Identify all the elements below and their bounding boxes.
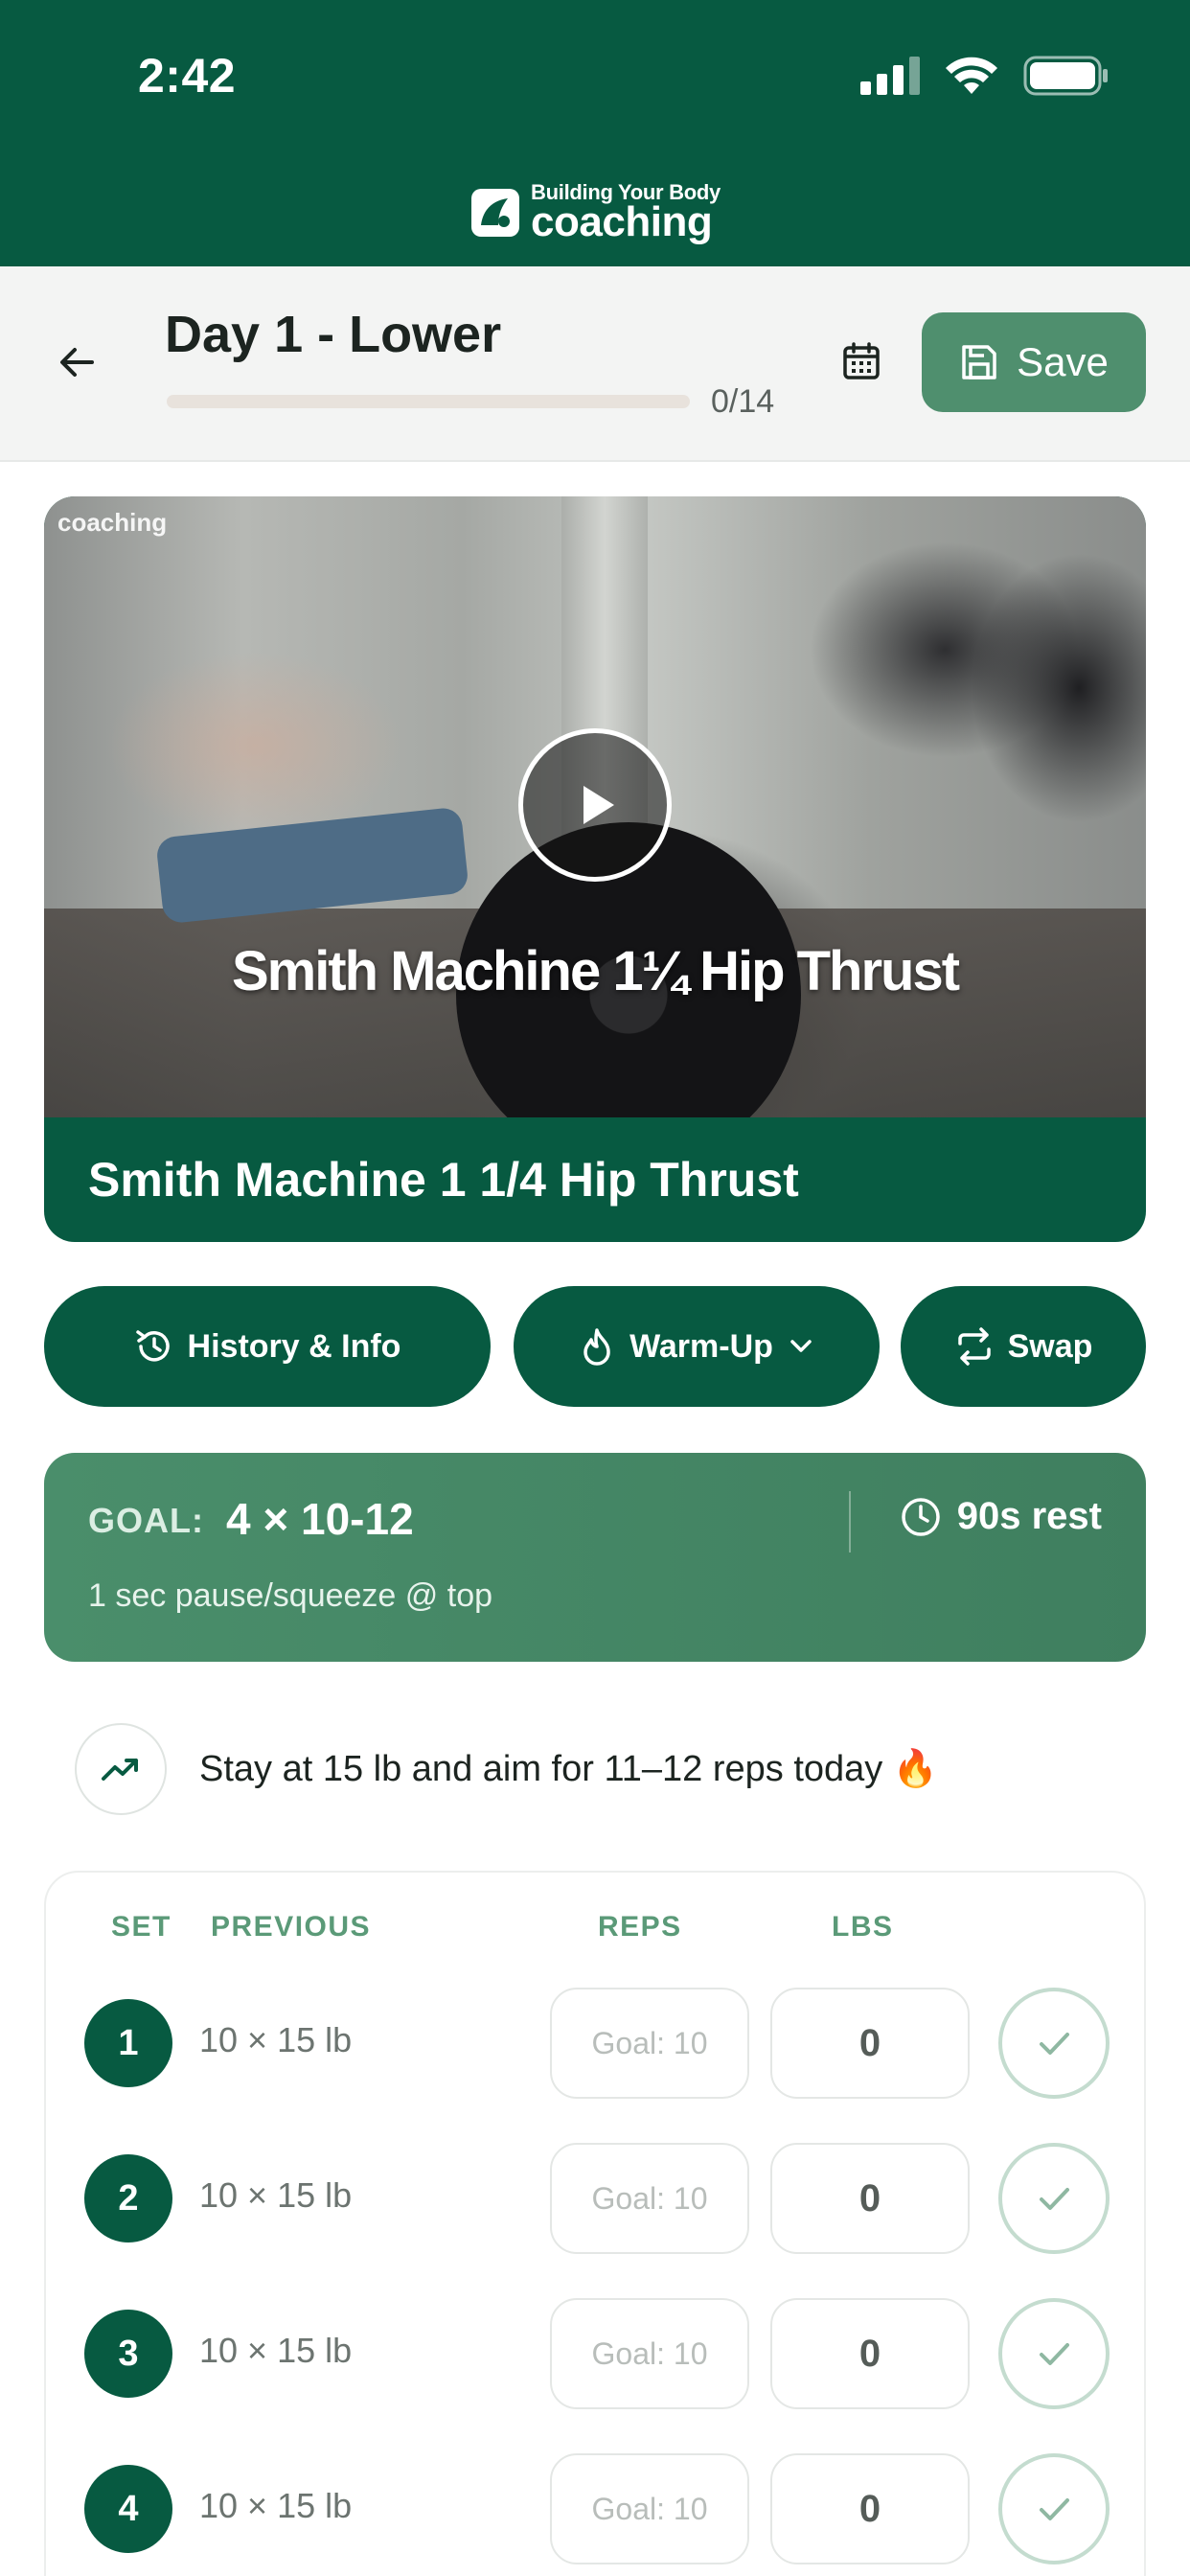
- set-row: 3 10 × 15 lb Goal: 10 0: [46, 2298, 1148, 2409]
- header-previous: PREVIOUS: [211, 1911, 372, 1943]
- brand-name: coaching: [531, 198, 713, 245]
- exercise-actions: History & Info Warm-Up Swap: [44, 1286, 1146, 1407]
- sets-table: SET PREVIOUS REPS LBS 1 10 × 15 lb Goal:…: [44, 1871, 1146, 2576]
- warmup-label: Warm-Up: [629, 1327, 773, 1365]
- wifi-icon: [946, 57, 997, 94]
- goal-value: 4 × 10-12: [226, 1494, 414, 1544]
- complete-set-button[interactable]: [998, 2298, 1110, 2409]
- video-caption: Smith Machine 1¼ Hip Thrust: [231, 940, 960, 1002]
- arrow-left-icon: [60, 348, 94, 377]
- lbs-input[interactable]: 0: [770, 2453, 970, 2564]
- workout-progress-text: 0/14: [711, 383, 775, 420]
- lbs-input[interactable]: 0: [770, 2298, 970, 2409]
- flame-icon: [584, 1328, 610, 1366]
- previous-value: 10 × 15 lb: [199, 2486, 353, 2525]
- goal-card: GOAL: 4 × 10-12 90s rest 1 sec pause/squ…: [44, 1453, 1146, 1662]
- previous-value: 10 × 15 lb: [199, 2020, 353, 2059]
- header-lbs: LBS: [832, 1911, 894, 1943]
- tip-text: Stay at 15 lb and aim for 11–12 reps tod…: [199, 1749, 939, 1789]
- reps-input[interactable]: Goal: 10: [550, 2298, 749, 2409]
- reps-input[interactable]: Goal: 10: [550, 1988, 749, 2099]
- lbs-input[interactable]: 0: [770, 2143, 970, 2254]
- check-icon: [1040, 2188, 1069, 2210]
- swap-icon: [957, 1327, 991, 1366]
- workout-progress-bar: [167, 395, 690, 408]
- set-number: 2: [84, 2154, 172, 2242]
- goal-note: 1 sec pause/squeeze @ top: [88, 1577, 493, 1614]
- exercise-video[interactable]: coaching Smith Machine 1¼ Hip Thrust: [44, 496, 1146, 1117]
- app-header: 2:42 Building Your Body coaching: [0, 0, 1190, 266]
- complete-set-button[interactable]: [998, 2143, 1110, 2254]
- save-button[interactable]: Save: [922, 312, 1146, 412]
- status-time: 2:42: [138, 49, 237, 103]
- video-watermark: coaching: [57, 508, 168, 537]
- workout-header: Day 1 - Lower 0/14 Save: [0, 266, 1190, 462]
- exercise-video-card: coaching Smith Machine 1¼ Hip Thrust Smi…: [44, 496, 1146, 1242]
- goal-label: GOAL:: [88, 1501, 204, 1540]
- history-info-button[interactable]: History & Info: [44, 1286, 491, 1407]
- back-button[interactable]: [54, 339, 100, 385]
- reps-input[interactable]: Goal: 10: [550, 2453, 749, 2564]
- workout-title: Day 1 - Lower: [165, 306, 502, 363]
- play-button[interactable]: [518, 728, 672, 882]
- swap-button[interactable]: Swap: [901, 1286, 1146, 1407]
- previous-value: 10 × 15 lb: [199, 2175, 353, 2215]
- battery-icon: [1023, 56, 1108, 96]
- calendar-button[interactable]: [837, 337, 885, 385]
- goal-divider: [849, 1491, 851, 1552]
- check-icon: [1040, 2343, 1069, 2365]
- chevron-down-icon: [790, 1340, 812, 1352]
- swap-label: Swap: [1007, 1327, 1093, 1365]
- set-number: 1: [84, 1999, 172, 2087]
- history-info-label: History & Info: [187, 1327, 401, 1365]
- save-icon: [962, 345, 996, 380]
- trend-icon-badge: [75, 1723, 167, 1815]
- logo-icon: [471, 189, 520, 237]
- status-icons: [860, 56, 1110, 96]
- set-row: 4 10 × 15 lb Goal: 10 0: [46, 2453, 1148, 2564]
- set-row: 2 10 × 15 lb Goal: 10 0: [46, 2143, 1148, 2254]
- trending-up-icon: [102, 1759, 138, 1781]
- header-reps: REPS: [598, 1911, 682, 1943]
- lbs-input[interactable]: 0: [770, 1988, 970, 2099]
- rest-label: 90s rest: [956, 1495, 1102, 1537]
- header-set: SET: [111, 1911, 172, 1943]
- signal-icon: [860, 57, 920, 95]
- check-icon: [1040, 2498, 1069, 2520]
- clock-icon: [902, 1497, 940, 1536]
- set-row: 1 10 × 15 lb Goal: 10 0: [46, 1988, 1148, 2099]
- brand-logo: Building Your Body coaching: [0, 182, 1190, 243]
- check-icon: [1040, 2033, 1069, 2055]
- complete-set-button[interactable]: [998, 2453, 1110, 2564]
- set-number: 4: [84, 2465, 172, 2553]
- complete-set-button[interactable]: [998, 1988, 1110, 2099]
- exercise-title: Smith Machine 1 1/4 Hip Thrust: [88, 1153, 799, 1207]
- reps-input[interactable]: Goal: 10: [550, 2143, 749, 2254]
- rest-timer: 90s rest: [900, 1495, 1102, 1538]
- set-number: 3: [84, 2310, 172, 2398]
- progression-tip: Stay at 15 lb and aim for 11–12 reps tod…: [75, 1723, 1129, 1815]
- video-scene-bench: [155, 806, 469, 925]
- previous-value: 10 × 15 lb: [199, 2331, 353, 2370]
- history-icon: [135, 1330, 170, 1362]
- calendar-icon: [843, 342, 880, 380]
- warmup-dropdown[interactable]: Warm-Up: [514, 1286, 880, 1407]
- save-label: Save: [1017, 339, 1109, 384]
- play-icon: [584, 786, 614, 824]
